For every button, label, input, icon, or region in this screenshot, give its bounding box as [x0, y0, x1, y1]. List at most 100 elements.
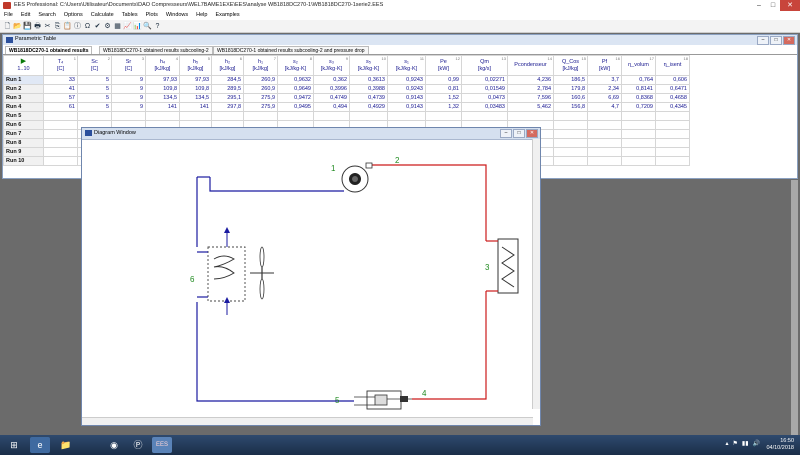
table-cell[interactable] — [655, 111, 690, 121]
volume-icon[interactable]: 🔊 — [753, 440, 760, 447]
table-cell[interactable]: 6,69 — [587, 93, 622, 103]
table-cell[interactable]: 5,462 — [507, 102, 554, 112]
menu-calculate[interactable]: Calculate — [87, 11, 118, 20]
table-cell[interactable]: 9 — [111, 102, 146, 112]
table-cell[interactable]: 156,8 — [553, 102, 588, 112]
column-header[interactable]: Pe [kW] 12 — [425, 55, 462, 76]
table-cell[interactable] — [655, 138, 690, 148]
copy-icon[interactable]: ⎘ — [53, 22, 62, 31]
table-cell[interactable] — [387, 111, 426, 121]
table-cell[interactable]: 5 — [77, 84, 112, 94]
table-cell[interactable]: 134,5 — [179, 93, 212, 103]
table-cell[interactable]: 0,9495 — [277, 102, 314, 112]
start-orb-icon[interactable]: ⊞ — [4, 437, 24, 453]
table-cell[interactable]: 0,3988 — [349, 84, 388, 94]
column-header[interactable]: Sc [C] 2 — [77, 55, 112, 76]
table-cell[interactable]: 9 — [111, 75, 146, 85]
lookup-icon[interactable]: 🔍 — [143, 22, 152, 31]
menu-edit[interactable]: Edit — [17, 11, 34, 20]
cut-icon[interactable]: ✂ — [43, 22, 52, 31]
table-cell[interactable]: 0,02271 — [461, 75, 508, 85]
menu-examples[interactable]: Examples — [211, 11, 243, 20]
table-cell[interactable]: 57 — [43, 93, 78, 103]
tab-subcooling-2[interactable]: WB1818DC270-1 obtained results subcoolin… — [99, 46, 213, 54]
table-cell[interactable]: 1,32 — [425, 102, 462, 112]
column-header[interactable]: s₃ [kJ/kg·K] 9 — [313, 55, 350, 76]
graph-icon[interactable]: 📊 — [133, 22, 142, 31]
menu-plots[interactable]: Plots — [142, 11, 162, 20]
table-cell[interactable] — [461, 111, 508, 121]
column-header[interactable]: Qm [kg/s] 13 — [461, 55, 508, 76]
table-cell[interactable]: 0,9649 — [277, 84, 314, 94]
table-cell[interactable] — [277, 111, 314, 121]
table-cell[interactable]: 134,5 — [145, 93, 180, 103]
menu-tables[interactable]: Tables — [118, 11, 142, 20]
table-cell[interactable] — [43, 120, 78, 130]
ees-icon[interactable]: EES — [152, 437, 172, 453]
main-vertical-scrollbar[interactable] — [791, 180, 798, 435]
table-cell[interactable]: 260,9 — [243, 75, 278, 85]
table-cell[interactable] — [621, 120, 656, 130]
info-icon[interactable]: ⓘ — [73, 22, 82, 31]
table-cell[interactable]: 0,99 — [425, 75, 462, 85]
row-label[interactable]: Run 4 — [3, 102, 44, 112]
table-cell[interactable] — [111, 111, 146, 121]
table-cell[interactable] — [587, 129, 622, 139]
table-cell[interactable]: 0,3996 — [313, 84, 350, 94]
show-hidden-icons-icon[interactable]: ▴ — [726, 440, 729, 447]
table-cell[interactable]: 0,9632 — [277, 75, 314, 85]
table-icon[interactable]: ▦ — [113, 22, 122, 31]
menu-search[interactable]: Search — [34, 11, 59, 20]
table-cell[interactable]: 0,764 — [621, 75, 656, 85]
column-header[interactable]: Sr [C] 3 — [111, 55, 146, 76]
menu-options[interactable]: Options — [60, 11, 87, 20]
column-header[interactable]: Q_Cos [kJ/kg] 15 — [553, 55, 588, 76]
taskbar-clock[interactable]: 16:50 04/10/2018 — [766, 438, 794, 452]
maximize-button[interactable]: □ — [766, 0, 780, 11]
table-cell[interactable]: 289,5 — [211, 84, 244, 94]
table-cell[interactable]: 0,6471 — [655, 84, 690, 94]
table-cell[interactable] — [43, 129, 78, 139]
row-label[interactable]: Run 8 — [3, 138, 44, 148]
action-center-icon[interactable]: ⚑ — [733, 440, 738, 447]
table-cell[interactable]: 284,5 — [211, 75, 244, 85]
column-header[interactable]: s₂ [kJ/kg·K] 8 — [277, 55, 314, 76]
table-cell[interactable]: 141 — [179, 102, 212, 112]
tab-obtained-results[interactable]: WB1818DC270-1 obtained results — [5, 46, 93, 54]
table-cell[interactable] — [587, 147, 622, 157]
table-cell[interactable]: 9 — [111, 93, 146, 103]
table-cell[interactable] — [243, 111, 278, 121]
table-cell[interactable]: 260,9 — [243, 84, 278, 94]
table-cell[interactable]: 0,4345 — [655, 102, 690, 112]
help-icon[interactable]: ? — [153, 22, 162, 31]
table-cell[interactable] — [425, 111, 462, 121]
diagram-minimize-button[interactable]: – — [500, 129, 512, 138]
table-cell[interactable]: 295,1 — [211, 93, 244, 103]
table-cell[interactable]: 0,9243 — [387, 75, 426, 85]
column-header[interactable]: Pcondenseur 14 — [507, 55, 554, 76]
table-cell[interactable]: 0,4749 — [313, 93, 350, 103]
menu-file[interactable]: File — [0, 11, 17, 20]
table-cell[interactable]: 97,93 — [145, 75, 180, 85]
table-cell[interactable] — [621, 156, 656, 166]
table-cell[interactable]: 109,8 — [145, 84, 180, 94]
table-cell[interactable]: 186,5 — [553, 75, 588, 85]
column-header[interactable]: h₄ [kJ/kg] 4 — [145, 55, 180, 76]
evaporator-icon[interactable] — [197, 227, 246, 315]
table-cell[interactable]: 5 — [77, 102, 112, 112]
new-file-icon[interactable]: 🗋 — [3, 22, 12, 31]
table-cell[interactable] — [553, 147, 588, 157]
table-cell[interactable] — [655, 147, 690, 157]
row-label[interactable]: Run 9 — [3, 147, 44, 157]
table-cell[interactable]: 0,4929 — [349, 102, 388, 112]
diagram-horizontal-scrollbar[interactable] — [82, 417, 533, 425]
row-label[interactable]: Run 2 — [3, 84, 44, 94]
table-cell[interactable]: 141 — [145, 102, 180, 112]
table-cell[interactable] — [587, 156, 622, 166]
table-cell[interactable]: 61 — [43, 102, 78, 112]
chrome-icon[interactable]: ◉ — [104, 437, 124, 453]
table-cell[interactable]: 3,7 — [587, 75, 622, 85]
check-icon[interactable]: ✔ — [93, 22, 102, 31]
table-cell[interactable]: 0,7209 — [621, 102, 656, 112]
diagram-close-button[interactable]: ✕ — [526, 129, 538, 138]
